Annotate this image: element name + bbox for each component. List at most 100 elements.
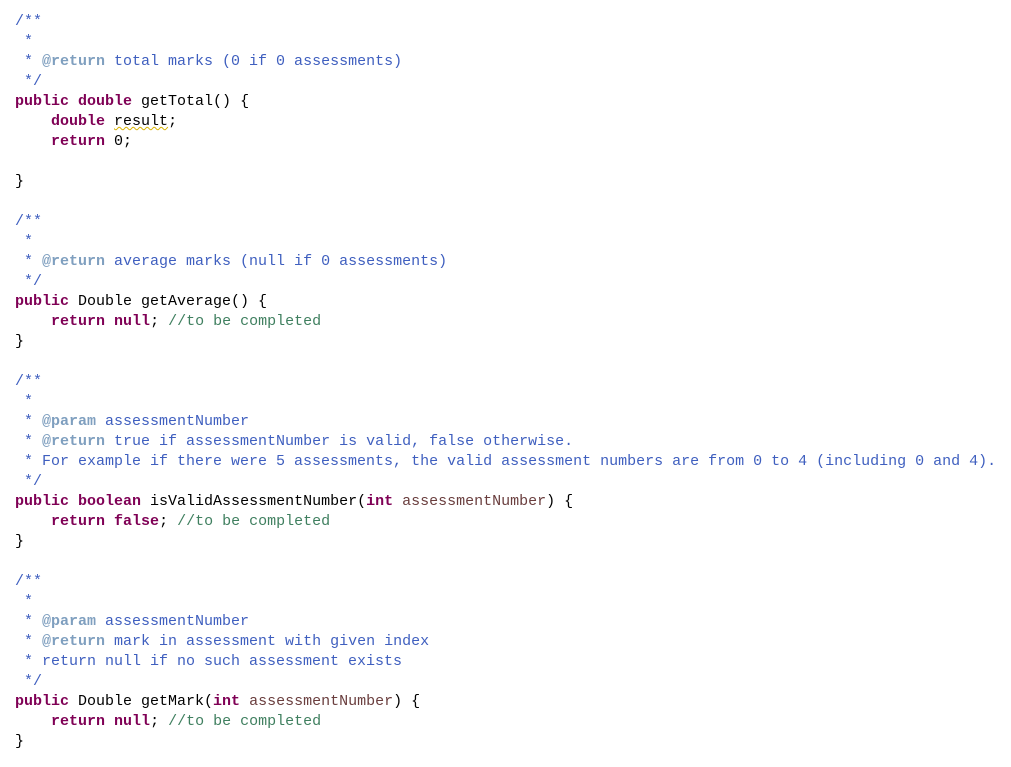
- comment-delimiter: /**: [15, 373, 43, 390]
- code-line[interactable]: public Double getMark(int assessmentNumb…: [15, 692, 996, 712]
- javadoc-text: * return null if no such assessment exis…: [15, 653, 403, 670]
- comment-delimiter: */: [15, 673, 43, 690]
- comment-delimiter: /**: [15, 13, 43, 30]
- code-line[interactable]: * @param assessmentNumber: [15, 612, 996, 632]
- comment-delimiter: *: [15, 233, 34, 250]
- code-line[interactable]: */: [15, 72, 996, 92]
- comment-delimiter: *: [15, 633, 43, 650]
- javadoc-tag: @param: [42, 413, 97, 430]
- line-comment: //to be completed: [168, 313, 322, 330]
- code-line[interactable]: *: [15, 392, 996, 412]
- code-line[interactable]: /**: [15, 372, 996, 392]
- code-text: isValidAssessmentNumber(: [141, 493, 367, 510]
- parameter-name: assessmentNumber: [249, 693, 394, 710]
- code-line[interactable]: * @param assessmentNumber: [15, 412, 996, 432]
- code-line[interactable]: public double getTotal() {: [15, 92, 996, 112]
- javadoc-text: mark in assessment with given index: [105, 633, 430, 650]
- code-line[interactable]: /**: [15, 572, 996, 592]
- code-text: }: [15, 333, 25, 350]
- comment-delimiter: *: [15, 393, 34, 410]
- keyword: int: [213, 693, 241, 710]
- code-text: }: [15, 733, 25, 750]
- code-line[interactable]: */: [15, 472, 996, 492]
- code-line[interactable]: /**: [15, 212, 996, 232]
- keyword: double: [78, 93, 133, 110]
- code-line[interactable]: */: [15, 672, 996, 692]
- code-line[interactable]: * return null if no such assessment exis…: [15, 652, 996, 672]
- code-text: Double getAverage() {: [69, 293, 268, 310]
- keyword: return: [51, 513, 106, 530]
- comment-delimiter: *: [15, 33, 34, 50]
- code-line[interactable]: return false; //to be completed: [15, 512, 996, 532]
- comment-delimiter: *: [15, 613, 43, 630]
- code-line[interactable]: return null; //to be completed: [15, 712, 996, 732]
- code-line[interactable]: double result;: [15, 112, 996, 132]
- keyword: return: [51, 713, 106, 730]
- javadoc-tag: @return: [42, 633, 106, 650]
- code-line[interactable]: /**: [15, 12, 996, 32]
- code-text: 0;: [105, 133, 133, 150]
- comment-delimiter: *: [15, 253, 43, 270]
- code-line[interactable]: return null; //to be completed: [15, 312, 996, 332]
- code-line[interactable]: }: [15, 332, 996, 352]
- javadoc-tag: @return: [42, 253, 106, 270]
- code-line[interactable]: [15, 192, 996, 212]
- code-line[interactable]: */: [15, 272, 996, 292]
- keyword: false: [114, 513, 160, 530]
- javadoc-text: assessmentNumber: [96, 413, 250, 430]
- code-text: }: [15, 173, 25, 190]
- code-line[interactable]: *: [15, 592, 996, 612]
- javadoc-text: true if assessmentNumber is valid, false…: [105, 433, 574, 450]
- code-line[interactable]: * @return true if assessmentNumber is va…: [15, 432, 996, 452]
- code-text: ;: [159, 513, 178, 530]
- code-line[interactable]: * @return average marks (null if 0 asses…: [15, 252, 996, 272]
- code-text: ) {: [546, 493, 574, 510]
- comment-delimiter: */: [15, 273, 43, 290]
- comment-delimiter: *: [15, 433, 43, 450]
- keyword: null: [114, 713, 151, 730]
- code-text: ;: [168, 113, 178, 130]
- code-line[interactable]: * For example if there were 5 assessment…: [15, 452, 996, 472]
- comment-delimiter: /**: [15, 213, 43, 230]
- keyword: public: [15, 93, 70, 110]
- code-line[interactable]: * @return mark in assessment with given …: [15, 632, 996, 652]
- code-line[interactable]: }: [15, 532, 996, 552]
- parameter-name: assessmentNumber: [402, 493, 547, 510]
- code-line[interactable]: *: [15, 232, 996, 252]
- code-text: ;: [150, 713, 169, 730]
- code-line[interactable]: public boolean isValidAssessmentNumber(i…: [15, 492, 996, 512]
- code-line[interactable]: [15, 552, 996, 572]
- code-line[interactable]: }: [15, 172, 996, 192]
- comment-delimiter: /**: [15, 573, 43, 590]
- unused-variable-warning: result: [114, 113, 169, 130]
- keyword: return: [51, 313, 106, 330]
- code-text: ) {: [393, 693, 421, 710]
- code-text: ;: [150, 313, 169, 330]
- code-line[interactable]: [15, 352, 996, 372]
- code-text: getTotal() {: [132, 93, 250, 110]
- code-editor[interactable]: /** * * @return total marks (0 if 0 asse…: [15, 12, 996, 752]
- code-line[interactable]: *: [15, 32, 996, 52]
- javadoc-text: average marks (null if 0 assessments): [105, 253, 448, 270]
- comment-delimiter: *: [15, 53, 43, 70]
- comment-delimiter: *: [15, 413, 43, 430]
- code-line[interactable]: public Double getAverage() {: [15, 292, 996, 312]
- code-text: Double getMark(: [69, 693, 214, 710]
- keyword: return: [51, 133, 106, 150]
- code-line[interactable]: return 0;: [15, 132, 996, 152]
- javadoc-tag: @return: [42, 53, 106, 70]
- code-line[interactable]: * @return total marks (0 if 0 assessment…: [15, 52, 996, 72]
- comment-delimiter: */: [15, 73, 43, 90]
- code-line[interactable]: }: [15, 732, 996, 752]
- code-line[interactable]: [15, 152, 996, 172]
